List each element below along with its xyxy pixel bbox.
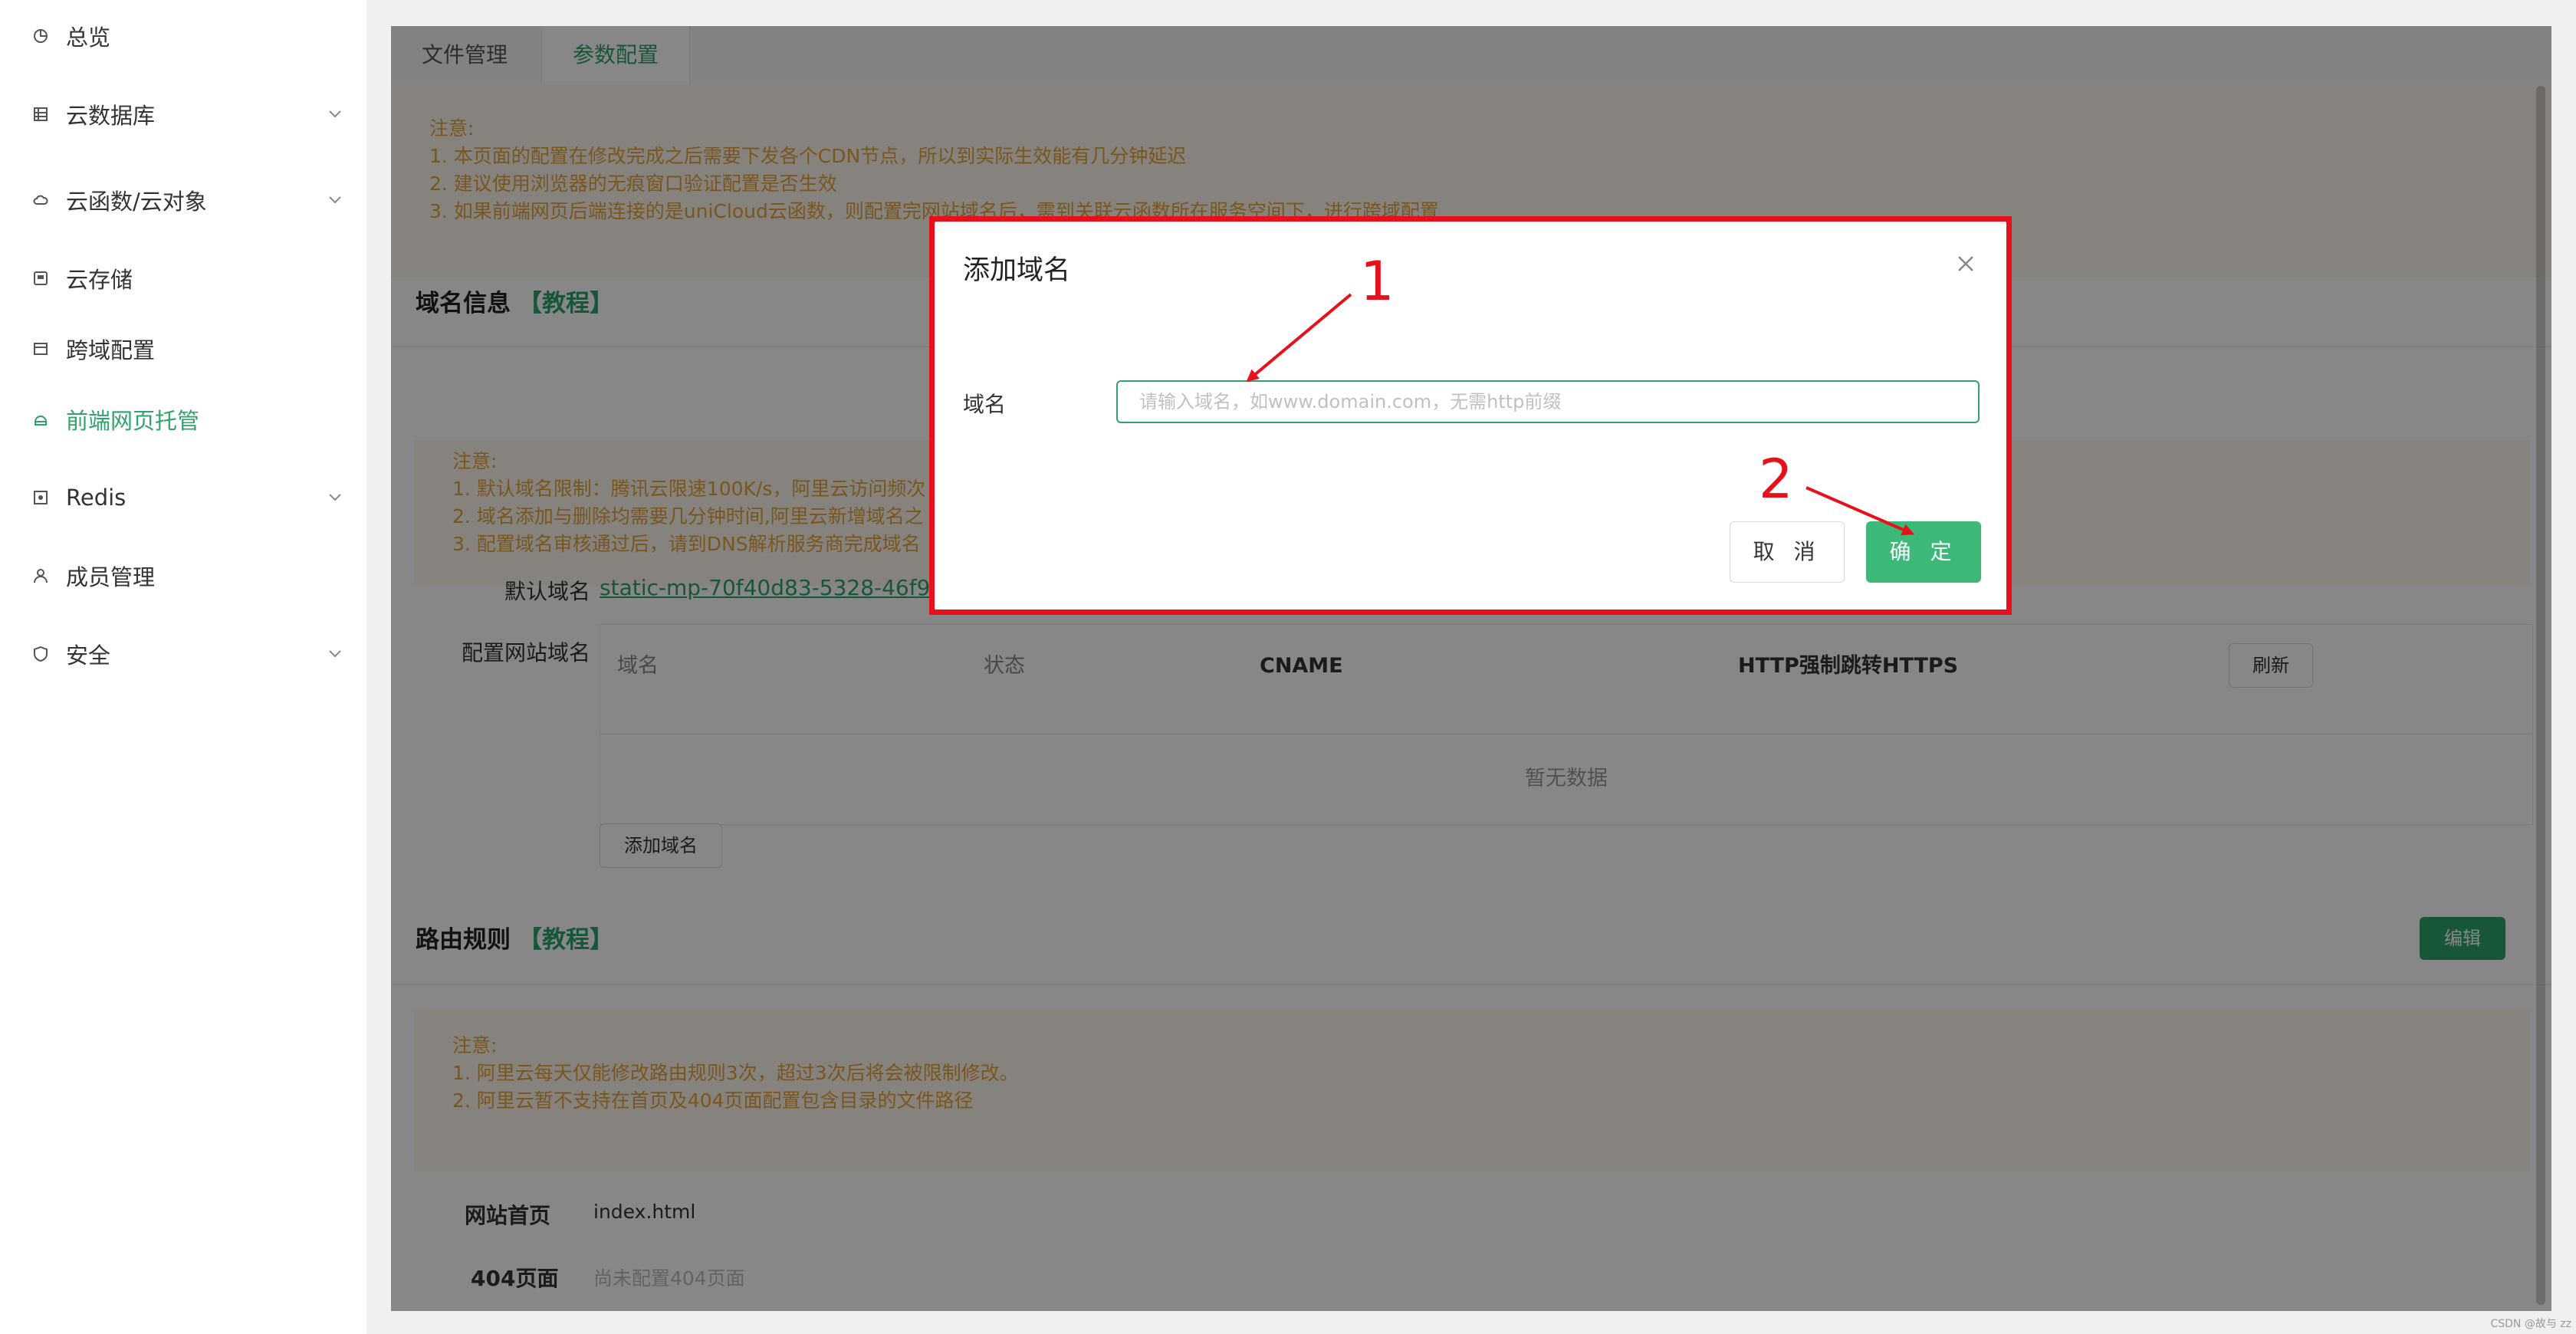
sidebar-item-label: 成员管理 [66,564,156,590]
dashboard-icon [32,28,49,44]
chevron-down-icon [329,196,341,204]
sidebar-item-label: 安全 [66,642,111,669]
dialog-title: 添加域名 [963,255,1071,286]
sidebar-item-label: 前端网页托管 [66,408,200,434]
user-icon [32,567,49,584]
sidebar-item-label: 总览 [66,25,111,51]
annotation-marker-1: 1 [1360,250,1395,313]
hosting-icon [32,411,49,428]
sidebar-item-cors[interactable]: 跨域配置 [32,330,343,368]
sidebar-item-overview[interactable]: 总览 [32,17,343,55]
sidebar-item-web-hosting[interactable]: 前端网页托管 [32,400,343,439]
sidebar-item-security[interactable]: 安全 [32,635,343,673]
annotation-marker-2: 2 [1759,448,1793,511]
storage-icon [32,270,49,287]
modal-backdrop[interactable] [391,26,2551,1311]
chevron-down-icon [329,494,341,501]
chevron-down-icon [329,110,341,118]
sidebar-item-label: 云存储 [66,267,133,293]
chevron-down-icon [329,650,341,658]
sidebar-item-label: Redis [66,485,127,511]
confirm-button[interactable]: 确 定 [1866,521,1981,583]
sidebar-item-label: 云函数/云对象 [66,189,207,215]
cors-icon [32,340,49,357]
domain-field-label: 域名 [963,392,1007,417]
sidebar-item-redis[interactable]: Redis [32,478,343,517]
sidebar-item-members[interactable]: 成员管理 [32,557,343,595]
close-icon[interactable] [1955,253,1976,274]
database-icon [32,106,49,123]
sidebar: 总览 云数据库 云函数/云对象 云存储 跨域配置 前端网页托管 Redis 成员… [0,0,366,1334]
sidebar-item-database[interactable]: 云数据库 [32,95,343,133]
shield-icon [32,646,49,662]
cancel-button[interactable]: 取 消 [1730,521,1845,583]
sidebar-item-label: 跨域配置 [66,337,156,363]
domain-input[interactable] [1116,380,1980,423]
scrollbar[interactable] [2536,86,2545,1305]
redis-icon [32,489,49,506]
cloud-icon [32,192,49,209]
add-domain-dialog: 添加域名 域名 取 消 确 定 [934,221,2007,612]
watermark: CSDN @故与 zz [2490,1318,2571,1330]
sidebar-item-storage[interactable]: 云存储 [32,259,343,297]
sidebar-item-label: 云数据库 [66,103,156,129]
sidebar-item-cloud-functions[interactable]: 云函数/云对象 [32,181,343,219]
